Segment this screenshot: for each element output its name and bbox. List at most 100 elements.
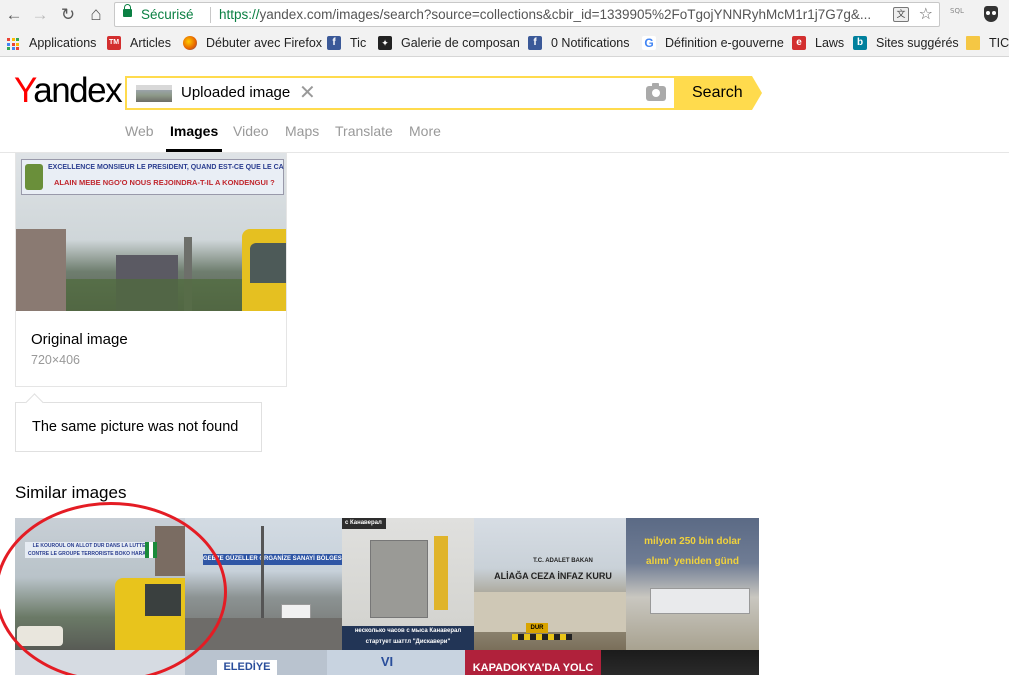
- apps-grid-icon: [6, 36, 20, 50]
- screen: ← → ↻ ⌂ Sécurisé https://yandex.com/imag…: [0, 0, 1009, 675]
- tile-building: [155, 526, 185, 576]
- tile-pole: [261, 526, 264, 626]
- similar-image-tile[interactable]: T.C. ADALET BAKAN ALİAĞA CEZA İNFAZ KURU…: [474, 518, 626, 650]
- tile-caption: ELEDİYE: [217, 660, 277, 675]
- url-protocol: https://: [219, 7, 260, 22]
- similar-image-tile[interactable]: [601, 650, 759, 675]
- bookmark-label: Articles: [130, 36, 171, 50]
- tm-icon: TM: [107, 36, 121, 50]
- truck-window: [250, 243, 286, 283]
- bookmarks-bar: Applications TM Articles Débuter avec Fi…: [0, 30, 1009, 57]
- owl-extension-icon[interactable]: [984, 6, 998, 22]
- tile-truck-window: [145, 584, 181, 616]
- tile-caption: GEBZE GÜZELLER ORGANİZE SANAYİ BÖLGESİ: [203, 554, 342, 565]
- address-divider: [210, 7, 211, 23]
- original-image-card[interactable]: EXCELLENCE MONSIEUR LE PRÉSIDENT, QUAND …: [15, 153, 287, 387]
- secure-label: Sécurisé: [141, 7, 194, 22]
- bookmark-label: Applications: [29, 36, 97, 50]
- google-icon: G: [642, 36, 656, 50]
- bookmark-label: Laws: [815, 36, 845, 50]
- similar-image-tile[interactable]: ELEDİYE: [185, 650, 327, 675]
- tab-video[interactable]: Video: [233, 123, 269, 140]
- tab-images[interactable]: Images: [165, 123, 223, 152]
- url-rest: yandex.com/images/search?source=collecti…: [259, 7, 872, 22]
- logo-rest: andex: [33, 71, 122, 110]
- tab-translate[interactable]: Translate: [335, 123, 393, 140]
- tile-top-caption: с Канаверал: [342, 518, 386, 529]
- bookmark-label: Galerie de composan: [401, 36, 520, 50]
- tile-caption: milyon 250 bin dolar: [644, 536, 741, 547]
- folder-icon: [966, 36, 980, 50]
- tab-web[interactable]: Web: [125, 123, 154, 140]
- facebook-icon: f: [528, 36, 542, 50]
- original-image-title[interactable]: Original image: [31, 331, 128, 348]
- similar-image-tile[interactable]: [15, 650, 185, 675]
- trees: [66, 279, 266, 311]
- similar-image-tile[interactable]: с Канаверал несколько часов с мыса Канав…: [342, 518, 474, 650]
- tile-caption: ALİAĞA CEZA İNFAZ KURU: [494, 571, 612, 581]
- bookmark-label: Sites suggérés: [876, 36, 959, 50]
- tab-more[interactable]: More: [409, 123, 441, 140]
- forward-icon[interactable]: →: [29, 4, 51, 26]
- tile-road: [185, 618, 342, 650]
- tile-building: [650, 588, 750, 614]
- uploaded-image-thumbnail: [136, 85, 172, 102]
- address-url[interactable]: https://yandex.com/images/search?source=…: [219, 3, 871, 26]
- tile-caption: KAPADOKYA'DA YOLC: [472, 662, 594, 674]
- bookmark-label: 0 Notifications: [551, 36, 630, 50]
- galerie-icon: ✦: [378, 36, 392, 50]
- tile-tower: [370, 540, 428, 618]
- address-bar[interactable]: Sécurisé https://yandex.com/images/searc…: [114, 2, 940, 27]
- similar-images-title: Similar images: [15, 483, 127, 502]
- similar-image-tile[interactable]: milyon 250 bin dolar alımı' yeniden günd: [626, 518, 759, 650]
- tile-building: [474, 592, 626, 632]
- tile-flag: [145, 542, 157, 558]
- bookmark-label: Tic: [350, 36, 367, 50]
- facebook-icon: f: [327, 36, 341, 50]
- browser-toolbar: ← → ↻ ⌂ Sécurisé https://yandex.com/imag…: [0, 0, 1009, 30]
- similar-image-tile[interactable]: LE KOUROUL ON ALLOT DUR DANS LA LUTTE CO…: [15, 518, 185, 650]
- original-image-size: 720×406: [31, 353, 81, 367]
- search-button[interactable]: Search: [676, 76, 762, 110]
- bookmark-label: Définition e-gouverne: [665, 36, 784, 50]
- sql-extension-icon[interactable]: SQL: [950, 7, 964, 15]
- banner-line-2: ALAIN MEBE NGO'O NOUS REJOINDRA-T-IL A K…: [54, 178, 275, 187]
- not-found-message: The same picture was not found: [15, 402, 262, 452]
- logo-letter: Y: [14, 71, 35, 110]
- laws-icon: e: [792, 36, 806, 50]
- similar-images-grid: LE KOUROUL ON ALLOT DUR DANS LA LUTTE CO…: [15, 518, 759, 675]
- home-icon[interactable]: ⌂: [85, 4, 107, 26]
- not-found-text: The same picture was not found: [32, 419, 239, 435]
- similar-image-tile[interactable]: VI: [327, 650, 465, 675]
- search-input[interactable]: Uploaded image: [181, 78, 290, 108]
- yandex-logo[interactable]: Yandex: [14, 71, 123, 111]
- bookmark-star-icon[interactable]: ☆: [919, 3, 933, 26]
- camera-icon[interactable]: [646, 83, 666, 101]
- building-left: [16, 229, 66, 311]
- similar-image-tile[interactable]: KAPADOKYA'DA YOLC: [465, 650, 601, 675]
- tile-arm: [434, 536, 448, 610]
- tab-maps[interactable]: Maps: [285, 123, 319, 140]
- bookmark-label: Débuter avec Firefox: [206, 36, 323, 50]
- banner-line-1: EXCELLENCE MONSIEUR LE PRÉSIDENT, QUAND …: [48, 164, 284, 171]
- translate-icon[interactable]: 文: [893, 7, 909, 22]
- bookmark-label: TIC: [989, 36, 1009, 50]
- banner: EXCELLENCE MONSIEUR LE PRÉSIDENT, QUAND …: [21, 159, 284, 195]
- tile-car: [17, 626, 63, 646]
- tile-caption: VI: [380, 654, 394, 669]
- clear-icon[interactable]: ✕: [299, 80, 316, 106]
- tile-caption: LE KOUROUL ON ALLOT DUR DANS LA LUTTE CO…: [25, 542, 153, 558]
- tile-top-caption: T.C. ADALET BAKAN: [533, 558, 593, 564]
- reload-icon[interactable]: ↻: [57, 4, 79, 26]
- original-image[interactable]: EXCELLENCE MONSIEUR LE PRÉSIDENT, QUAND …: [16, 153, 286, 311]
- back-icon[interactable]: ←: [3, 4, 25, 26]
- tile-sign: DUR: [526, 623, 548, 633]
- lock-icon: [123, 4, 132, 17]
- firefox-icon: [183, 36, 197, 50]
- banner-emblem: [25, 164, 43, 190]
- similar-image-tile[interactable]: GEBZE GÜZELLER ORGANİZE SANAYİ BÖLGESİ: [185, 518, 342, 650]
- tile-gate: [512, 634, 572, 640]
- search-box[interactable]: Uploaded image ✕: [125, 76, 676, 110]
- tile-caption-2: alımı' yeniden günd: [646, 556, 739, 567]
- tile-caption: несколько часов с мыса Канаверал стартуе…: [342, 626, 474, 650]
